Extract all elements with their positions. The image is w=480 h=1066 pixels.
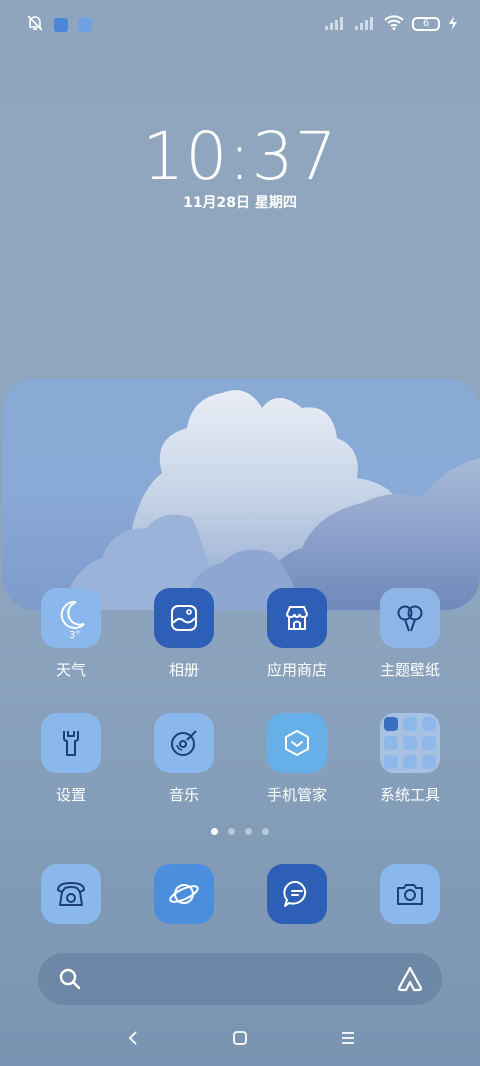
clock-time[interactable]: 10:37 [0, 118, 480, 195]
app-music[interactable]: 音乐 [129, 713, 239, 805]
dock-camera[interactable] [355, 864, 465, 924]
music-disc-icon [154, 713, 214, 773]
folder-icon [380, 713, 440, 773]
assistant-icon[interactable] [396, 965, 424, 997]
cloud-photo [62, 390, 480, 610]
security-shield-icon [267, 713, 327, 773]
page-indicator[interactable] [0, 828, 480, 835]
signal-icon [324, 15, 346, 34]
home-icon[interactable] [228, 1026, 252, 1050]
search-icon[interactable] [58, 967, 82, 995]
search-bar[interactable] [38, 953, 442, 1005]
app-label: 音乐 [168, 786, 199, 804]
gallery-icon [154, 588, 214, 648]
phone-icon [41, 864, 101, 924]
settings-wrench-icon [41, 713, 101, 773]
navigation-bar [0, 1020, 480, 1056]
svg-text:3°: 3° [69, 630, 80, 640]
dock-browser[interactable] [129, 864, 239, 924]
app-label: 应用商店 [266, 661, 327, 679]
app-weather[interactable]: 3° 天气 [16, 588, 126, 680]
app-label: 天气 [55, 661, 86, 679]
app-store[interactable]: 应用商店 [242, 588, 352, 680]
page-dot[interactable] [228, 828, 235, 835]
dock-messages[interactable] [242, 864, 352, 924]
app-settings[interactable]: 设置 [16, 713, 126, 805]
bell-off-icon [26, 14, 44, 36]
app-security[interactable]: 手机管家 [242, 713, 352, 805]
app-label: 主题壁纸 [379, 661, 440, 679]
app-notification-icon [78, 18, 92, 32]
page-dot[interactable] [262, 828, 269, 835]
dock-phone[interactable] [16, 864, 126, 924]
app-notification-icon [54, 18, 68, 32]
battery-icon: 6 [412, 17, 440, 31]
app-label: 系统工具 [379, 786, 440, 804]
camera-icon [380, 864, 440, 924]
back-icon[interactable] [122, 1026, 146, 1050]
messages-icon [267, 864, 327, 924]
browser-planet-icon [154, 864, 214, 924]
app-store-icon [267, 588, 327, 648]
app-label: 设置 [55, 786, 86, 804]
wifi-icon [384, 14, 404, 34]
page-dot[interactable] [245, 828, 252, 835]
signal-icon [354, 15, 376, 34]
charging-icon [448, 15, 458, 34]
page-dot-active[interactable] [211, 828, 218, 835]
recents-menu-icon[interactable] [336, 1026, 360, 1050]
app-gallery[interactable]: 相册 [129, 588, 239, 680]
themes-balloon-icon [380, 588, 440, 648]
app-themes[interactable]: 主题壁纸 [355, 588, 465, 680]
app-label: 手机管家 [266, 786, 327, 804]
status-bar: 6 [0, 0, 480, 50]
clock-date[interactable]: 11月28日 星期四 [0, 192, 480, 212]
photo-widget[interactable] [2, 378, 480, 610]
weather-moon-icon: 3° [41, 588, 101, 648]
app-label: 相册 [168, 661, 199, 679]
folder-system-tools[interactable]: 系统工具 [355, 713, 465, 805]
